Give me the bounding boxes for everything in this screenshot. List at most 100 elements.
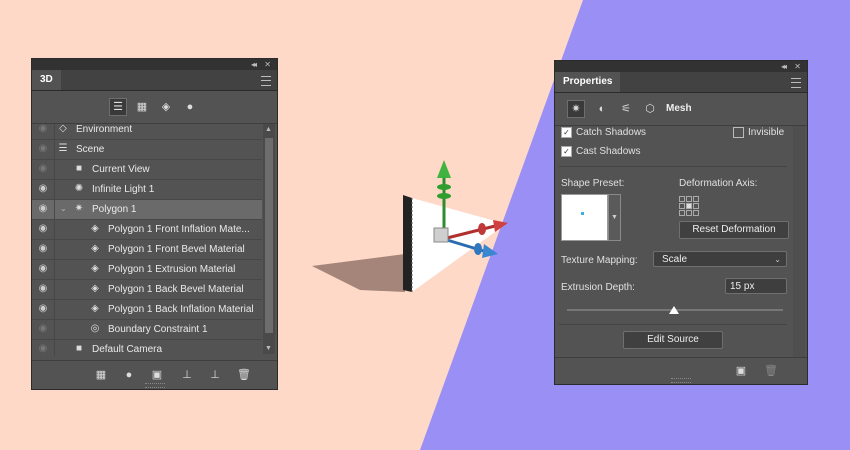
visibility-eye-icon[interactable]: ◉: [36, 284, 50, 294]
collapse-icon[interactable]: ◂◂: [251, 60, 257, 69]
trash-icon[interactable]: 🗑: [237, 368, 251, 382]
environment-icon: ◇: [59, 124, 67, 134]
tree-row[interactable]: ◉ ☰ Scene: [32, 140, 262, 160]
mesh-filter-icon[interactable]: ▦: [133, 98, 151, 116]
add-mesh-icon[interactable]: ▦: [94, 368, 108, 382]
light-filter-icon[interactable]: ●: [181, 98, 199, 116]
tree-row-label: Infinite Light 1: [92, 184, 155, 195]
slider-knob[interactable]: [669, 306, 679, 314]
move-to-ground-icon[interactable]: ⊥: [208, 368, 222, 382]
visibility-eye-icon[interactable]: ◉: [36, 184, 50, 194]
section-divider: [559, 324, 787, 325]
resize-grip[interactable]: [671, 378, 691, 383]
row-gutter: [54, 260, 55, 279]
tree-row[interactable]: ◉ ◈ Polygon 1 Front Bevel Material: [32, 240, 262, 260]
row-gutter: [54, 300, 55, 319]
visibility-eye-icon[interactable]: ◉: [36, 224, 50, 234]
ground-icon[interactable]: ⊥: [180, 368, 194, 382]
camera-icon: ■: [75, 163, 83, 174]
invisible-checkbox[interactable]: [733, 127, 744, 138]
close-icon[interactable]: ✕: [264, 60, 271, 69]
render-icon[interactable]: ▣: [150, 368, 164, 382]
mesh-icon: ✷: [74, 203, 84, 214]
shape-preset-thumbnail[interactable]: [561, 194, 608, 241]
tree-row[interactable]: ◉ ◈ Polygon 1 Extrusion Material: [32, 260, 262, 280]
material-filter-icon[interactable]: ◈: [157, 98, 175, 116]
row-gutter: [54, 220, 55, 239]
scroll-up-icon[interactable]: ▲: [265, 126, 272, 133]
scene-filter-icon[interactable]: ☰: [109, 98, 127, 116]
visibility-eye-icon[interactable]: ◉: [36, 304, 50, 314]
3d-bottom-toolbar: ▦ ● ▣ ⊥ ⊥ 🗑: [32, 360, 277, 389]
tree-row[interactable]: ◉ ✺ Infinite Light 1: [32, 180, 262, 200]
scene-scrollbar[interactable]: ▲ ▼: [263, 124, 275, 354]
tree-row[interactable]: ◉ ◈ Polygon 1 Back Bevel Material: [32, 280, 262, 300]
3d-tab-bar: 3D: [32, 70, 277, 91]
tree-row[interactable]: ◉ ◇ Environment: [32, 124, 262, 140]
coordinates-mode-icon[interactable]: ⬡: [641, 100, 659, 118]
cap-mode-icon[interactable]: ⚟: [617, 100, 635, 118]
tree-row-label: Current View: [92, 164, 150, 175]
shape-preset-dropdown[interactable]: ▼: [608, 194, 621, 241]
panel-menu-icon[interactable]: [791, 78, 801, 88]
tree-row-label: Polygon 1 Front Inflation Mate...: [108, 224, 250, 235]
properties-tab-bar: Properties: [555, 72, 807, 93]
visibility-eye-icon[interactable]: ◉: [36, 324, 50, 334]
chevron-down-icon[interactable]: ⌄: [60, 204, 67, 213]
tree-row-label: Polygon 1: [92, 204, 137, 215]
properties-scrollbar[interactable]: [793, 126, 805, 381]
visibility-eye-icon[interactable]: ◉: [36, 264, 50, 274]
tab-properties[interactable]: Properties: [555, 72, 621, 92]
edit-source-button[interactable]: Edit Source: [623, 331, 723, 349]
cast-shadows-checkbox[interactable]: ✓: [561, 146, 572, 157]
tree-row-label: Default Camera: [92, 344, 163, 355]
material-icon: ◈: [91, 303, 99, 314]
collapse-icon[interactable]: ◂◂: [781, 62, 787, 71]
mode-label: Mesh: [666, 103, 692, 114]
close-icon[interactable]: ✕: [794, 62, 801, 71]
render-icon[interactable]: ▣: [734, 364, 748, 378]
row-gutter: [54, 200, 55, 219]
tree-row[interactable]: ◉ ■ Current View: [32, 160, 262, 180]
tree-row-label: Scene: [76, 144, 105, 155]
panel-menu-icon[interactable]: [261, 76, 271, 86]
visibility-eye-icon[interactable]: ◉: [36, 164, 50, 174]
tree-row[interactable]: ◉ ◈ Polygon 1 Front Inflation Mate...: [32, 220, 262, 240]
preset-dot: [581, 212, 584, 215]
tree-row[interactable]: ◉ ■ Default Camera: [32, 340, 262, 356]
catch-shadows-checkbox[interactable]: ✓: [561, 127, 572, 138]
reset-deformation-button[interactable]: Reset Deformation: [679, 221, 789, 239]
tree-row[interactable]: ◉ ◎ Boundary Constraint 1: [32, 320, 262, 340]
chevron-down-icon: ⌄: [774, 255, 781, 264]
trash-icon[interactable]: 🗑: [764, 364, 778, 378]
tree-row[interactable]: ◉ ⌄ ✷ Polygon 1: [32, 200, 262, 220]
resize-grip[interactable]: [144, 383, 165, 388]
deformation-axis-grid[interactable]: [679, 196, 700, 217]
catch-shadows-label: Catch Shadows: [576, 127, 647, 138]
extrusion-depth-slider[interactable]: [567, 306, 783, 314]
extrusion-depth-input[interactable]: 15 px: [725, 278, 787, 294]
tab-3d[interactable]: 3D: [32, 70, 61, 90]
3d-filter-toolbar: ☰ ▦ ◈ ●: [32, 91, 277, 124]
material-icon: ◈: [91, 223, 99, 234]
properties-mode-toolbar: ✷ ◐ ⚟ ⬡ Mesh: [555, 93, 807, 126]
camera-icon: ■: [75, 343, 83, 354]
texture-mapping-select[interactable]: Scale ⌄: [653, 251, 787, 267]
scroll-down-icon[interactable]: ▼: [265, 345, 272, 352]
material-icon: ◈: [91, 243, 99, 254]
visibility-eye-icon[interactable]: ◉: [36, 144, 50, 154]
extruded-shape: [403, 195, 412, 292]
visibility-eye-icon[interactable]: ◉: [36, 244, 50, 254]
visibility-eye-icon[interactable]: ◉: [36, 204, 50, 214]
scroll-thumb[interactable]: [265, 138, 273, 333]
material-icon: ◈: [91, 283, 99, 294]
mesh-mode-icon[interactable]: ✷: [567, 100, 585, 118]
deform-mode-icon[interactable]: ◐: [593, 100, 611, 118]
row-gutter: [54, 180, 55, 199]
texture-mapping-value: Scale: [662, 254, 688, 265]
shape-preset-label: Shape Preset:: [561, 178, 625, 189]
tree-row[interactable]: ◉ ◈ Polygon 1 Back Inflation Material: [32, 300, 262, 320]
visibility-eye-icon[interactable]: ◉: [36, 344, 50, 354]
visibility-eye-icon[interactable]: ◉: [36, 124, 50, 134]
add-light-icon[interactable]: ●: [122, 368, 136, 382]
